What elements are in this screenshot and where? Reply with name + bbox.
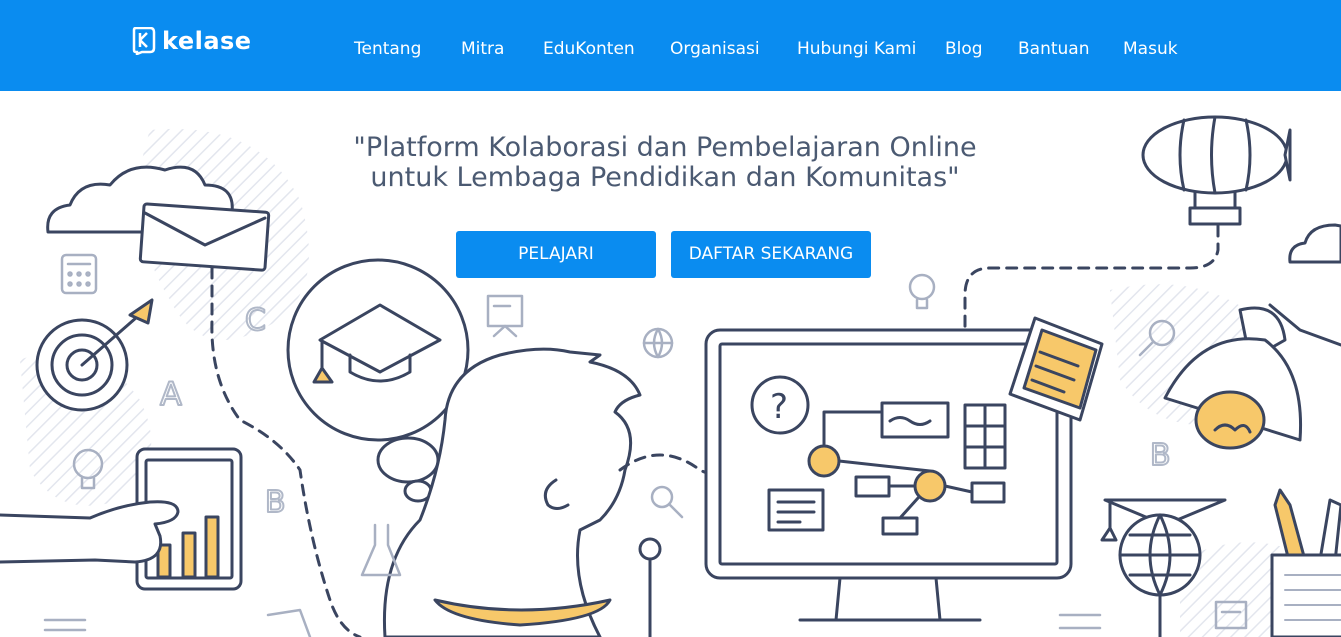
pencil-cup-icon (1270, 488, 1341, 637)
nav-item-organisasi[interactable]: Organisasi (670, 36, 760, 62)
register-now-button[interactable]: DAFTAR SEKARANG (671, 231, 871, 278)
calculator-icon (60, 253, 98, 295)
nav-item-blog[interactable]: Blog (945, 36, 983, 62)
tagline-line-2: untuk Lembaga Pendidikan dan Komunitas" (370, 162, 960, 193)
nav-item-edukonten[interactable]: EduKonten (543, 36, 635, 62)
top-navigation-bar: kelase Tentang Mitra EduKonten Organisas… (0, 0, 1341, 91)
tagline-line-1: "Platform Kolaborasi dan Pembelajaran On… (353, 132, 977, 163)
nav-item-masuk[interactable]: Masuk (1123, 36, 1178, 62)
nav-item-mitra[interactable]: Mitra (461, 36, 504, 62)
nav-item-tentang[interactable]: Tentang (354, 36, 421, 62)
kelase-logo[interactable]: kelase (130, 26, 252, 56)
hand-icon (0, 500, 180, 564)
svg-text:B: B (1150, 438, 1171, 473)
brand-name: kelase (162, 27, 252, 55)
envelope-icon (138, 202, 271, 272)
magnifier-icon (650, 485, 684, 519)
kelase-logo-icon (132, 27, 156, 55)
nav-item-hubungi-kami[interactable]: Hubungi Kami (797, 36, 916, 62)
hero-tagline: "Platform Kolaborasi dan Pembelajaran On… (300, 133, 1030, 193)
svg-text:B: B (265, 485, 286, 520)
nav-item-bantuan[interactable]: Bantuan (1018, 36, 1090, 62)
svg-text:C: C (245, 303, 266, 338)
svg-text:A: A (160, 375, 182, 413)
svg-text:?: ? (770, 387, 788, 427)
airship-icon (1141, 115, 1292, 226)
learn-more-button[interactable]: PELAJARI (456, 231, 656, 278)
